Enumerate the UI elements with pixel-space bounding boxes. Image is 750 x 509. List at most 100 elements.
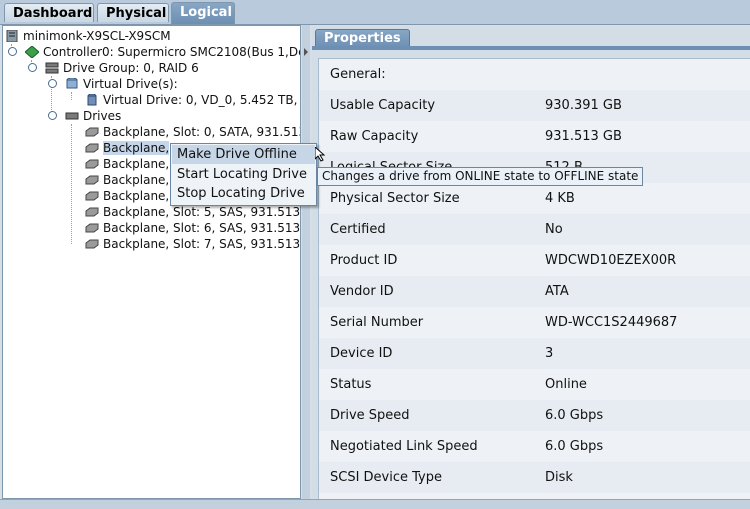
hard-drive-icon (85, 159, 99, 169)
logical-tree-panel: minimonk-X9SCL-X9SCM Controller0: Superm… (2, 25, 301, 499)
virtual-drives-icon (66, 78, 78, 89)
drive-context-menu: Make Drive Offline Start Locating Drive … (170, 143, 317, 206)
controller-icon (25, 46, 39, 58)
tree-line (71, 92, 72, 100)
property-key: Raw Capacity (330, 129, 419, 144)
drives-icon (65, 112, 79, 120)
tree-item-label: Drive Group: 0, RAID 6 (63, 61, 199, 75)
property-key: Certified (330, 222, 386, 237)
property-key: Physical Sector Size (330, 191, 460, 206)
properties-tab-underline (312, 46, 750, 50)
property-row: Usable Capacity 930.391 GB (319, 90, 750, 121)
property-value: 3 (545, 346, 554, 361)
properties-table: General: Usable Capacity 930.391 GB Raw Ca… (318, 58, 750, 500)
property-value: 4 KB (545, 191, 575, 206)
property-value: 930.391 GB (545, 98, 622, 113)
hard-drive-icon (85, 223, 99, 233)
properties-section-header: General: (319, 59, 750, 90)
tree-line (71, 124, 72, 244)
tree-item-drive[interactable]: Backplane, Slot: 0, SATA, 931.513 (85, 124, 301, 140)
tree-item-label: Backplane, (103, 157, 170, 171)
hard-drive-icon (85, 239, 99, 249)
property-value: 931.513 GB (545, 129, 622, 144)
property-row: Certified No (319, 214, 750, 245)
hard-drive-icon (85, 207, 99, 217)
panel-splitter[interactable] (302, 25, 310, 505)
property-row: Vendor ID ATA (319, 276, 750, 307)
property-row: Status Online (319, 369, 750, 400)
tree-item-label: Backplane, (103, 173, 170, 187)
tree-item-drive[interactable]: Backplane, Slot: 5, SAS, 931.513 (85, 204, 300, 220)
hard-drive-icon (85, 127, 99, 137)
property-value: 6.0 Gbps (545, 408, 604, 423)
property-key: Usable Capacity (330, 98, 436, 113)
property-key: Status (330, 377, 372, 392)
tree-item-label: Backplane, Slot: 0, SATA, 931.513 (103, 125, 301, 139)
property-key: Negotiated Link Speed (330, 439, 478, 454)
tree-item-drive[interactable]: Backplane, (85, 188, 169, 204)
hard-drive-icon (85, 191, 99, 201)
tree-item-label: Backplane, Slot: 5, SAS, 931.513 (103, 205, 301, 219)
property-value: Online (545, 377, 587, 392)
property-key: Product ID (330, 253, 398, 268)
property-key: Serial Number (330, 315, 424, 330)
tree-item-drive[interactable]: Backplane, (85, 140, 170, 156)
property-row: Physical Sector Size 4 KB (319, 183, 750, 214)
tree-item-controller[interactable]: Controller0: Supermicro SMC2108(Bus 1,De… (25, 44, 300, 60)
tab-dashboard[interactable]: Dashboard (4, 3, 94, 22)
splitter-arrow-icon[interactable] (304, 48, 308, 56)
drive-group-icon (45, 62, 59, 74)
tree-item-drive-group[interactable]: Drive Group: 0, RAID 6 (45, 60, 199, 76)
tree-item-host[interactable]: minimonk-X9SCL-X9SCM (5, 28, 171, 44)
tree-item-label: Backplane, (103, 189, 170, 203)
expand-toggle[interactable] (28, 63, 37, 72)
expand-toggle[interactable] (48, 111, 57, 120)
tree-item-label: Drives (83, 109, 122, 123)
tree-item-label: Virtual Drive(s): (83, 77, 178, 91)
tree-item-label: Backplane, Slot: 6, SAS, 931.513 (103, 221, 301, 235)
property-value: Disk (545, 470, 573, 485)
view-tab-bar: Dashboard Physical Logical (0, 0, 750, 25)
menu-item-stop-locating-drive[interactable]: Stop Locating Drive (172, 184, 315, 203)
property-row: Drive Speed 6.0 Gbps (319, 400, 750, 431)
property-key: Vendor ID (330, 284, 394, 299)
property-row: Product ID WDCWD10EZEX00R (319, 245, 750, 276)
property-row: Raw Capacity 931.513 GB (319, 121, 750, 152)
tree-item-drive[interactable]: Backplane, Slot: 6, SAS, 931.513 (85, 220, 300, 236)
virtual-drive-icon (87, 94, 97, 106)
server-icon (6, 30, 18, 42)
property-row: SCSI Device Type Disk (319, 462, 750, 493)
tree-item-label: minimonk-X9SCL-X9SCM (23, 29, 171, 43)
tab-logical[interactable]: Logical (171, 2, 235, 24)
property-value: No (545, 222, 563, 237)
hard-drive-icon (85, 175, 99, 185)
tree-item-label: Backplane, Slot: 7, SAS, 931.513 (103, 237, 301, 251)
tree-item-virtual-drive[interactable]: Virtual Drive: 0, VD_0, 5.452 TB, (85, 92, 297, 108)
tree-item-drive[interactable]: Backplane, (85, 172, 169, 188)
mouse-pointer-icon (315, 147, 325, 162)
property-row: Negotiated Link Speed 6.0 Gbps (319, 431, 750, 462)
property-row: Device ID 3 (319, 338, 750, 369)
property-row: Serial Number WD-WCC1S2449687 (319, 307, 750, 338)
property-key: Drive Speed (330, 408, 410, 423)
property-key: SCSI Device Type (330, 470, 442, 485)
expand-toggle[interactable] (48, 79, 57, 88)
expand-toggle[interactable] (8, 47, 17, 56)
tab-physical[interactable]: Physical (97, 3, 169, 22)
property-value: WD-WCC1S2449687 (545, 315, 678, 330)
menu-item-make-drive-offline[interactable]: Make Drive Offline (172, 145, 315, 164)
property-value: ATA (545, 284, 569, 299)
tree-item-label: Virtual Drive: 0, VD_0, 5.452 TB, (103, 93, 298, 107)
tooltip: Changes a drive from ONLINE state to OFF… (317, 167, 644, 186)
menu-item-start-locating-drive[interactable]: Start Locating Drive (172, 165, 315, 184)
property-value: WDCWD10EZEX00R (545, 253, 677, 268)
hard-drive-icon (85, 143, 99, 153)
tree-item-label: Backplane, (103, 141, 170, 155)
tree-item-drive[interactable]: Backplane, Slot: 7, SAS, 931.513 (85, 236, 300, 252)
section-label: General: (330, 67, 386, 82)
property-value: 6.0 Gbps (545, 439, 604, 454)
tree-item-drives[interactable]: Drives (65, 108, 121, 124)
tree-item-virtual-drives[interactable]: Virtual Drive(s): (65, 76, 178, 92)
tree-item-drive[interactable]: Backplane, (85, 156, 169, 172)
property-key: Device ID (330, 346, 393, 361)
